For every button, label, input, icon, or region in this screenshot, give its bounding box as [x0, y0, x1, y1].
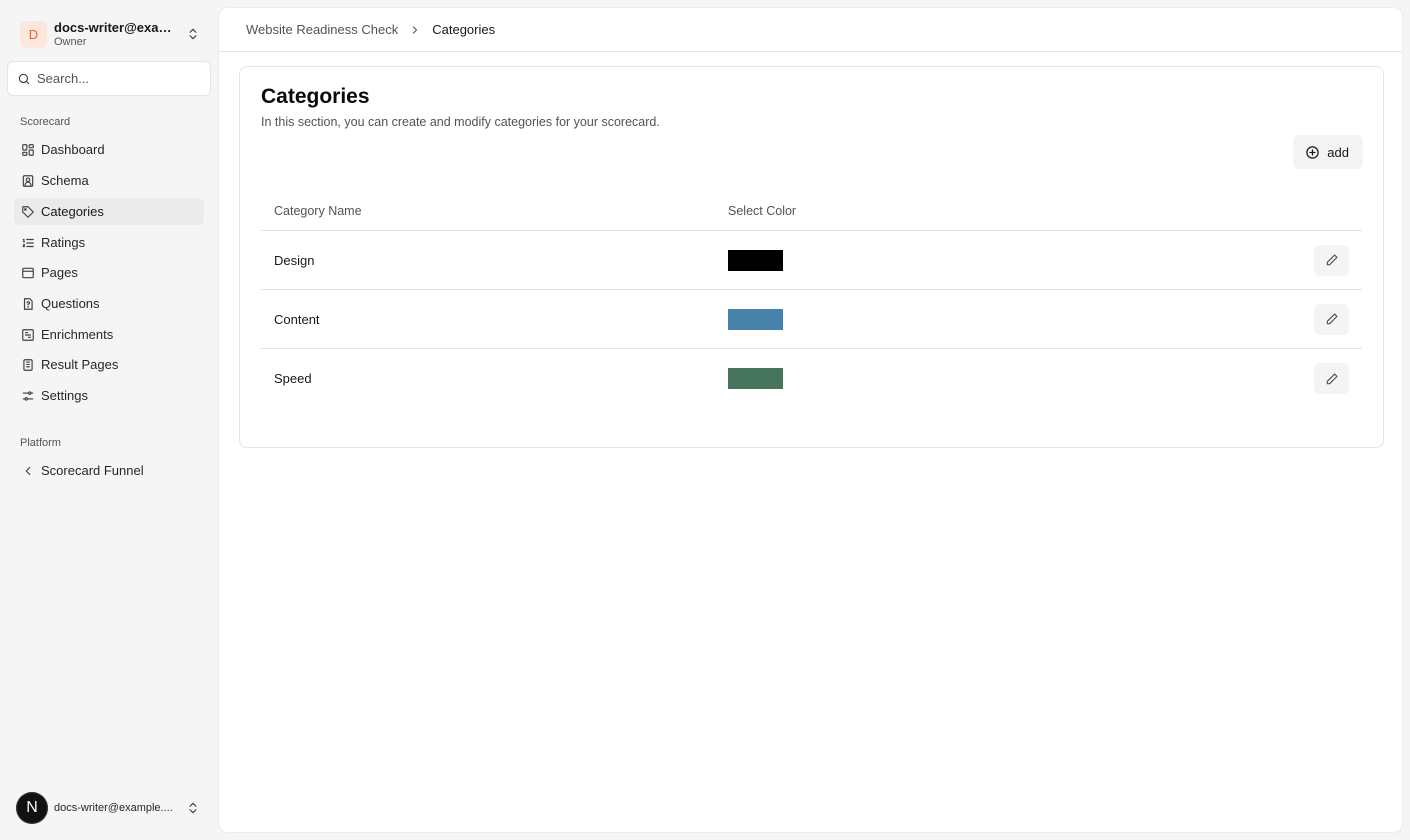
edit-button[interactable]: [1314, 244, 1349, 276]
color-swatch[interactable]: [728, 249, 783, 271]
result-pages-icon: [23, 358, 33, 371]
pencil-icon: [1326, 313, 1338, 325]
color-swatch[interactable]: [728, 368, 783, 389]
chevron-right-icon: [413, 25, 418, 34]
team-role: Owner: [54, 36, 87, 48]
breadcrumb: Website Readiness Check Categories: [219, 8, 1402, 52]
color-cell: [728, 249, 1314, 271]
sidebar-item-schema[interactable]: Schema: [14, 167, 204, 194]
color-swatch[interactable]: [728, 308, 783, 330]
pages-icon: [22, 267, 34, 278]
table-row: Content: [261, 290, 1362, 349]
chevrons-up-down-icon: [189, 28, 197, 40]
chevron-left-icon: [25, 466, 31, 475]
edit-button[interactable]: [1314, 363, 1349, 394]
sidebar-item-label: Settings: [41, 388, 88, 403]
sidebar-item-label: Enrichments: [41, 327, 114, 342]
sidebar-item-dashboard[interactable]: Dashboard: [14, 136, 204, 163]
user-email: docs-writer@example....: [54, 802, 173, 814]
sidebar-item-ratings[interactable]: Ratings: [14, 229, 204, 256]
team-info: docs-writer@exam... Owner: [54, 20, 186, 48]
sidebar-item-label: Dashboard: [41, 142, 105, 157]
color-cell: [728, 308, 1314, 330]
column-header-select-color: Select Color: [728, 203, 797, 218]
sidebar-item-result-pages[interactable]: Result Pages: [14, 351, 204, 378]
category-name: Speed: [274, 371, 312, 386]
edit-button[interactable]: [1314, 303, 1349, 335]
sidebar-item-label: Categories: [41, 204, 104, 219]
list-ordered-icon: [22, 238, 34, 247]
table-row: Design: [261, 231, 1362, 290]
sidebar-item-settings[interactable]: Settings: [14, 382, 204, 409]
add-button[interactable]: add: [1293, 135, 1363, 169]
sidebar-item-label: Pages: [41, 265, 78, 280]
tag-icon: [22, 205, 34, 218]
column-header-category-name: Category Name: [274, 203, 362, 218]
search-input[interactable]: [37, 71, 197, 86]
user-menu[interactable]: N docs-writer@example....: [8, 788, 208, 828]
categories-table: Category Name Select Color Design Conten…: [261, 191, 1362, 408]
category-name: Design: [274, 252, 315, 268]
sidebar-item-enrichments[interactable]: Enrichments: [14, 321, 204, 348]
sidebar-item-categories[interactable]: Categories: [14, 198, 204, 225]
color-cell: [728, 368, 1314, 389]
group-label-platform: Platform: [20, 437, 61, 449]
sidebar: D docs-writer@exam... Owner Scorecard Da…: [0, 0, 218, 840]
category-name: Content: [274, 311, 320, 327]
search-icon: [18, 73, 30, 84]
pencil-icon: [1326, 372, 1338, 384]
sidebar-item-label: Ratings: [41, 235, 86, 250]
avatar: N: [16, 792, 48, 824]
group-label-scorecard: Scorecard: [20, 116, 71, 128]
sidebar-item-label: Questions: [41, 296, 100, 311]
search-box[interactable]: [7, 61, 211, 96]
sidebar-item-label: Scorecard Funnel: [41, 463, 144, 478]
plus-circle-icon: [1306, 145, 1320, 159]
page-title: Categories: [261, 85, 370, 108]
team-switcher[interactable]: D docs-writer@exam... Owner: [8, 12, 208, 56]
team-avatar: D: [20, 20, 47, 48]
page-description: In this section, you can create and modi…: [261, 115, 660, 129]
schema-icon: [22, 174, 34, 187]
sidebar-item-questions[interactable]: Questions: [14, 290, 204, 317]
pencil-icon: [1326, 254, 1338, 266]
sidebar-item-label: Result Pages: [41, 357, 119, 372]
chevrons-up-down-icon: [189, 802, 197, 814]
sidebar-item-pages[interactable]: Pages: [14, 259, 204, 286]
sidebar-item-label: Schema: [41, 173, 89, 188]
table-row: Speed: [261, 349, 1362, 408]
main-content: Website Readiness Check Categories Categ…: [218, 7, 1403, 833]
dashboard-icon: [22, 143, 34, 156]
settings-icon: [22, 390, 34, 401]
add-button-label: add: [1327, 144, 1349, 160]
table-header: Category Name Select Color: [261, 191, 1362, 231]
breadcrumb-current: Categories: [432, 22, 496, 37]
question-icon: [23, 297, 33, 310]
enrichments-icon: [22, 328, 34, 341]
categories-card: Categories In this section, you can crea…: [239, 66, 1384, 448]
team-name: docs-writer@exam...: [54, 20, 178, 35]
breadcrumb-link[interactable]: Website Readiness Check: [246, 22, 398, 37]
sidebar-item-scorecard-funnel[interactable]: Scorecard Funnel: [14, 457, 204, 484]
